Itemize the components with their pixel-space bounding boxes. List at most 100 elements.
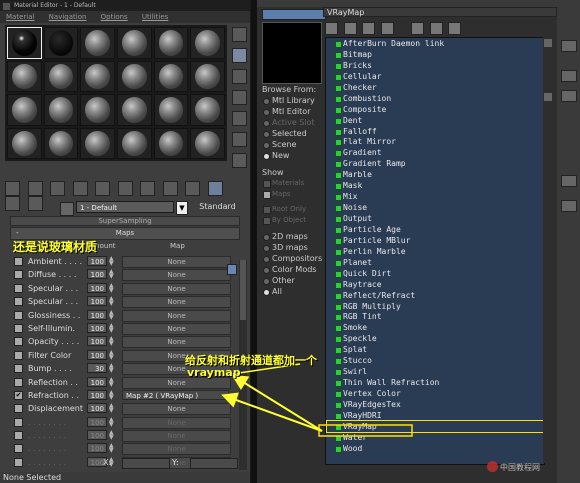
view-small-icons-icon[interactable] <box>362 22 376 35</box>
map-list-item[interactable]: Raytrace <box>327 279 543 290</box>
checkbox-option[interactable]: By Object <box>262 215 324 226</box>
sample-slot[interactable] <box>117 27 152 59</box>
material-dropdown-icon[interactable]: ▼ <box>176 201 188 215</box>
put-to-scene-icon[interactable] <box>27 181 43 196</box>
go-to-parent-icon[interactable] <box>5 196 20 211</box>
map-list-item[interactable]: Cellular <box>327 71 543 82</box>
options-icon[interactable] <box>232 153 247 168</box>
map-list-item[interactable]: Reflect/Refract <box>327 290 543 301</box>
map-channel-checkbox[interactable] <box>14 283 23 293</box>
map-list-item[interactable]: Combustion <box>327 93 543 104</box>
map-channel-checkbox[interactable] <box>14 257 23 266</box>
get-material-icon[interactable] <box>5 181 20 196</box>
radio-option[interactable]: Scene <box>262 139 324 150</box>
sample-slot[interactable] <box>80 94 115 126</box>
map-amount-field[interactable]: 100 <box>87 443 107 454</box>
radio-option[interactable]: Compositors <box>262 253 324 264</box>
map-list-item[interactable]: Gradient Ramp <box>327 158 543 169</box>
map-channel-checkbox[interactable] <box>14 364 23 374</box>
map-channel-checkbox[interactable] <box>14 377 23 387</box>
radio-option[interactable]: 3D maps <box>262 242 324 253</box>
map-amount-field[interactable]: 30 <box>87 363 107 374</box>
radio-option[interactable]: Selected <box>262 128 324 139</box>
sample-slot[interactable] <box>117 60 152 92</box>
map-amount-field[interactable]: 100 <box>87 256 107 266</box>
sample-slot[interactable] <box>43 94 79 126</box>
sample-slot[interactable] <box>7 127 42 159</box>
amount-spinner-icon[interactable]: ▲ ▼ <box>109 256 115 267</box>
map-list-item[interactable]: Particle Age <box>327 224 543 235</box>
pick-material-icon[interactable] <box>60 202 74 216</box>
map-list-item[interactable]: Composite <box>327 104 543 115</box>
sample-slot[interactable] <box>190 94 225 126</box>
amount-spinner-icon[interactable]: ▲ ▼ <box>109 282 115 293</box>
map-list-item[interactable]: VRayEdgesTex <box>327 399 543 410</box>
map-list-item[interactable]: Output <box>327 213 543 224</box>
sample-slot[interactable] <box>190 27 225 59</box>
map-list-item[interactable]: RGB Multiply <box>327 301 543 312</box>
sample-slot[interactable] <box>153 27 189 59</box>
amount-spinner-icon[interactable]: ▲ ▼ <box>109 389 115 400</box>
map-list-item[interactable]: Swirl <box>327 366 543 377</box>
map-amount-field[interactable]: 100 <box>87 296 107 307</box>
scroll-down-icon[interactable] <box>544 93 552 101</box>
sample-slot[interactable] <box>43 60 79 92</box>
browser-name-field[interactable]: VRayMap <box>323 7 557 17</box>
show-map-icon[interactable] <box>185 181 201 196</box>
map-list-item[interactable]: Flat Mirror <box>327 136 543 147</box>
map-channel-checkbox[interactable] <box>14 270 23 280</box>
amount-spinner-icon[interactable]: ▲ ▼ <box>109 376 115 387</box>
sample-slot[interactable] <box>43 127 79 159</box>
amount-spinner-icon[interactable]: ▲ ▼ <box>109 349 115 360</box>
checkbox-option[interactable]: Maps <box>262 189 324 200</box>
sample-slot[interactable] <box>153 94 189 126</box>
map-list-item[interactable]: AfterBurn Daemon link <box>327 38 543 49</box>
panel-button[interactable] <box>561 90 577 102</box>
checkbox-option[interactable]: Materials <box>262 178 324 189</box>
map-list-item[interactable]: Planet <box>327 257 543 268</box>
amount-spinner-icon[interactable]: ▲ ▼ <box>109 269 115 280</box>
go-forward-icon[interactable] <box>27 196 43 211</box>
rollout-supersampling[interactable]: SuperSampling <box>10 216 240 226</box>
map-list-item[interactable]: Speckle <box>327 333 543 344</box>
map-amount-field[interactable]: 100 <box>87 403 107 414</box>
map-list-item[interactable]: VRayMap <box>326 419 544 433</box>
map-channel-checkbox[interactable] <box>14 431 23 441</box>
map-list-item[interactable]: Thin Wall Refraction <box>327 377 543 388</box>
amount-spinner-icon[interactable]: ▲ ▼ <box>109 416 115 427</box>
make-copy-icon[interactable] <box>95 181 111 196</box>
map-list-item[interactable]: Quick Dirt <box>327 268 543 279</box>
map-list-item[interactable]: Mask <box>327 180 543 191</box>
map-amount-field[interactable]: 100 <box>87 309 107 320</box>
map-list-item[interactable]: Noise <box>327 202 543 213</box>
reset-map-icon[interactable] <box>72 181 88 196</box>
checkbox-option[interactable]: Root Only <box>262 204 324 215</box>
map-list-item[interactable]: Smoke <box>327 322 543 333</box>
amount-spinner-icon[interactable]: ▲ ▼ <box>109 403 115 414</box>
radio-option[interactable]: Mtl Editor <box>262 106 324 117</box>
assign-to-selection-icon[interactable] <box>50 181 66 196</box>
map-slot-button[interactable]: None <box>122 309 231 322</box>
map-list-item[interactable]: Marble <box>327 169 543 180</box>
map-amount-field[interactable]: 100 <box>87 269 107 280</box>
radio-option[interactable]: New <box>262 150 324 161</box>
amount-spinner-icon[interactable]: ▲ ▼ <box>109 336 115 347</box>
map-list-item[interactable]: Water <box>327 432 543 443</box>
map-list-item[interactable]: Bricks <box>327 60 543 71</box>
sample-slot[interactable] <box>117 94 152 126</box>
radio-option[interactable]: Mtl Library <box>262 95 324 106</box>
map-list-item[interactable]: RGB Tint <box>327 311 543 322</box>
map-list-item[interactable]: Mix <box>327 191 543 202</box>
map-amount-field[interactable]: 100 <box>87 336 107 347</box>
map-list-item[interactable]: Wood <box>327 443 543 454</box>
sample-slot[interactable] <box>117 127 152 159</box>
map-channel-checkbox[interactable] <box>14 310 23 320</box>
map-channel-checkbox[interactable] <box>14 417 23 427</box>
map-channel-checkbox[interactable] <box>14 350 23 360</box>
map-slot-button[interactable]: None <box>122 296 231 309</box>
sample-slot[interactable] <box>7 94 42 126</box>
view-large-icons-icon[interactable] <box>380 22 394 35</box>
material-name-field[interactable]: 1 - Default <box>76 201 174 213</box>
menu-options[interactable]: Options <box>101 13 128 21</box>
amount-spinner-icon[interactable]: ▲ ▼ <box>109 309 115 320</box>
